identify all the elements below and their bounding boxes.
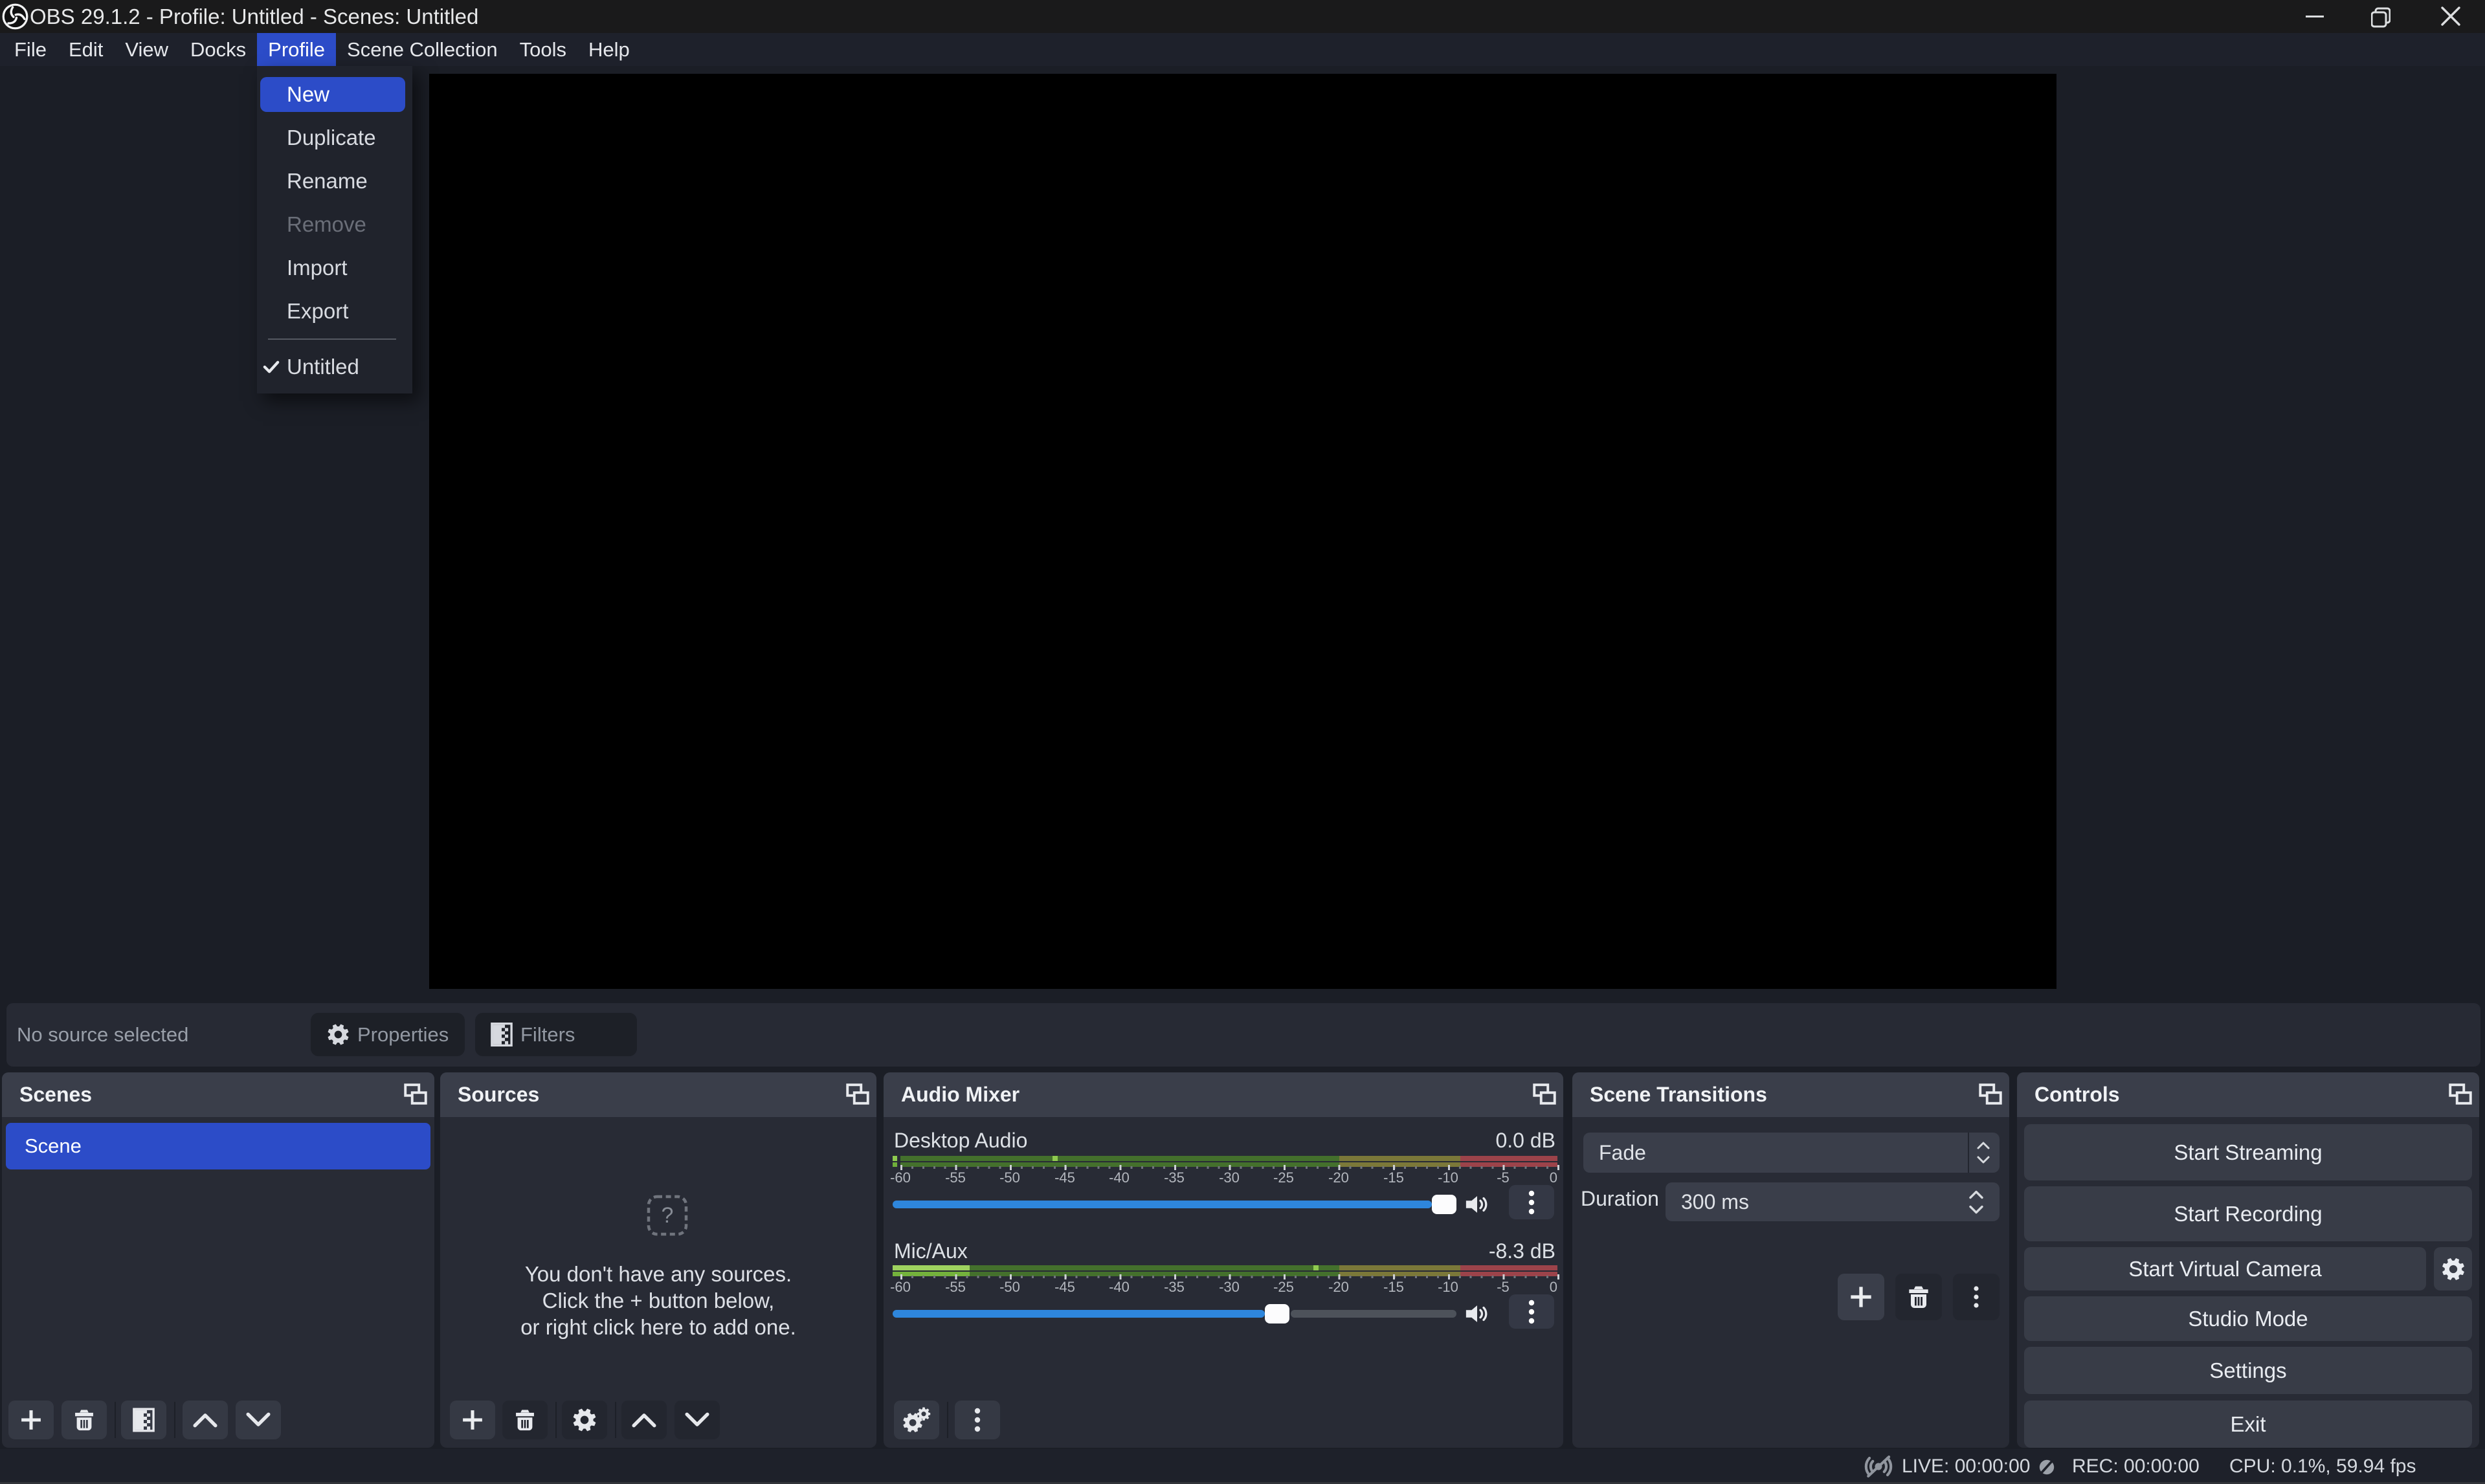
- svg-text:?: ?: [662, 1203, 674, 1228]
